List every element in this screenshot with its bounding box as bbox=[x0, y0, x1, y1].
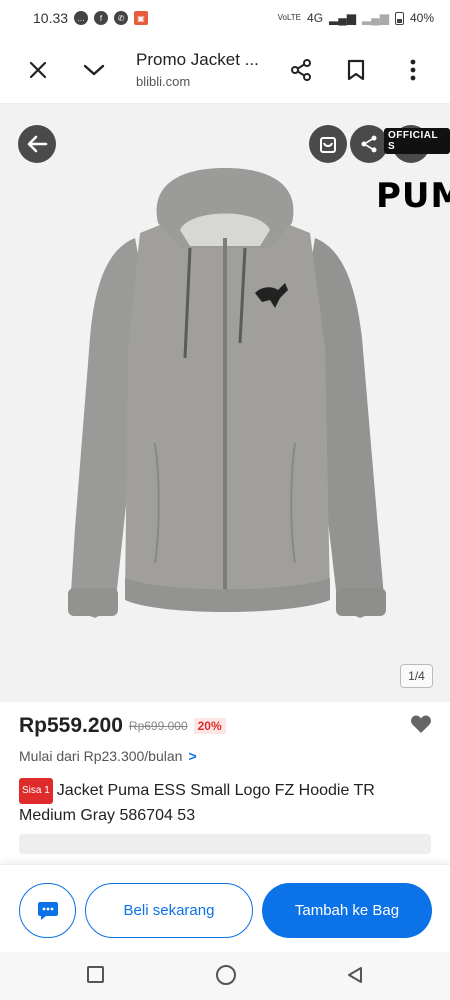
share-icon bbox=[361, 135, 377, 153]
installment-text: Mulai dari Rp23.300/bulan bbox=[19, 748, 183, 764]
app-notification-icon: ▣ bbox=[134, 11, 149, 25]
arrow-left-icon bbox=[27, 135, 48, 153]
buy-now-button[interactable]: Beli sekarang bbox=[85, 883, 253, 938]
product-name: Sisa 1 Jacket Puma ESS Small Logo FZ Hood… bbox=[19, 778, 434, 828]
page-title-block: Promo Jacket ... blibli.com bbox=[136, 50, 259, 89]
shopping-bag-icon bbox=[320, 137, 336, 153]
discount-badge: 20% bbox=[193, 718, 226, 734]
loading-placeholder bbox=[19, 834, 431, 854]
chevron-right-icon: > bbox=[188, 748, 197, 764]
collapse-button[interactable] bbox=[80, 56, 108, 84]
facebook-icon: f bbox=[94, 11, 109, 25]
system-navigation-bar bbox=[0, 952, 450, 1000]
bookmark-icon bbox=[347, 59, 365, 81]
status-time: 10.33 bbox=[33, 10, 69, 26]
browser-toolbar: Promo Jacket ... blibli.com bbox=[0, 36, 450, 104]
more-vertical-icon bbox=[410, 59, 416, 81]
status-bar: 10.33 … f ✆ ▣ VoLTE 4G ▂▄▆ ▂▄▆ 40% bbox=[0, 0, 450, 36]
bottom-action-bar: Beli sekarang Tambah ke Bag bbox=[0, 864, 450, 952]
bookmark-button[interactable] bbox=[342, 56, 370, 84]
wishlist-button[interactable] bbox=[410, 714, 432, 739]
share-icon bbox=[291, 59, 311, 81]
installment-link[interactable]: Mulai dari Rp23.300/bulan > bbox=[19, 748, 197, 764]
product-image-jacket bbox=[68, 168, 386, 618]
add-to-bag-button[interactable]: Tambah ke Bag bbox=[262, 883, 432, 938]
page-domain: blibli.com bbox=[136, 74, 191, 89]
more-options-button[interactable] bbox=[399, 56, 427, 84]
product-name-text: Jacket Puma ESS Small Logo FZ Hoodie TR … bbox=[19, 782, 375, 824]
close-icon bbox=[29, 61, 47, 79]
close-button[interactable] bbox=[24, 56, 52, 84]
heart-icon bbox=[411, 715, 431, 733]
status-right: VoLTE 4G ▂▄▆ ▂▄▆ 40% bbox=[278, 11, 434, 25]
current-price: Rp559.200 bbox=[19, 714, 123, 737]
status-left: 10.33 … f ✆ ▣ bbox=[33, 10, 149, 26]
gallery-share-button[interactable] bbox=[350, 125, 388, 163]
product-image-gallery[interactable]: OFFICIAL S PUM 1/4 bbox=[0, 104, 450, 702]
chevron-down-icon bbox=[83, 64, 105, 76]
brand-logo-text: PUM bbox=[376, 176, 450, 216]
share-button[interactable] bbox=[287, 56, 315, 84]
back-triangle-icon[interactable] bbox=[346, 966, 364, 984]
signal-icon: ▂▄▆ bbox=[329, 11, 356, 25]
home-button[interactable] bbox=[216, 965, 236, 985]
price-row: Rp559.200 Rp699.000 20% bbox=[19, 714, 226, 738]
battery-label: 40% bbox=[409, 11, 434, 25]
page-title: Promo Jacket ... bbox=[136, 50, 259, 69]
cart-button[interactable] bbox=[309, 125, 347, 163]
chat-bubble-icon bbox=[37, 901, 58, 920]
image-counter: 1/4 bbox=[400, 664, 433, 688]
network-label: 4G bbox=[307, 11, 324, 25]
whatsapp-icon: ✆ bbox=[114, 11, 129, 25]
battery-icon bbox=[394, 11, 404, 25]
signal-icon-2: ▂▄▆ bbox=[362, 11, 389, 25]
chat-button[interactable] bbox=[19, 883, 76, 938]
volte-label: VoLTE bbox=[277, 13, 302, 22]
message-icon: … bbox=[74, 11, 89, 25]
original-price: Rp699.000 bbox=[128, 719, 188, 733]
stock-badge: Sisa 1 bbox=[19, 778, 53, 804]
official-store-badge: OFFICIAL S bbox=[384, 128, 450, 154]
recent-apps-button[interactable] bbox=[87, 966, 104, 983]
back-button[interactable] bbox=[18, 125, 56, 163]
